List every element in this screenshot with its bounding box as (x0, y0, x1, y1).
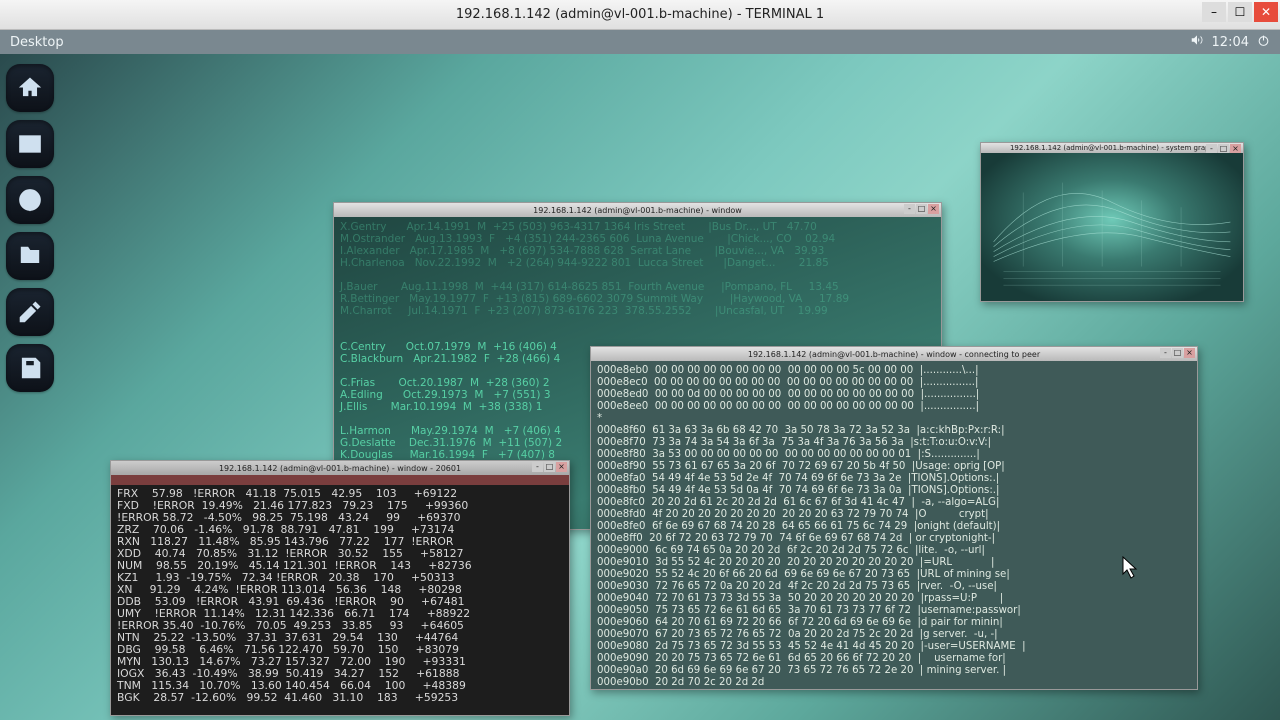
hexdump-row: 000e8f80 3a 53 00 00 00 00 00 00 00 00 0… (597, 449, 1191, 461)
hexdump-row: 000e9020 55 52 4c 20 6f 66 20 6d 69 6e 6… (597, 569, 1191, 581)
editor-icon[interactable] (6, 288, 54, 336)
hexdump-close-button[interactable]: × (1184, 348, 1195, 358)
personnel-row (340, 329, 935, 341)
hexdump-window-title: 192.168.1.142 (admin@vl-001.b-machine) -… (748, 350, 1040, 359)
personnel-row (340, 317, 935, 329)
hexdump-row: 000e9040 72 70 61 73 73 3d 55 3a 50 20 2… (597, 593, 1191, 605)
minimize-button[interactable]: – (1202, 2, 1226, 22)
personnel-close-button[interactable]: × (928, 204, 939, 214)
hexdump-row: 000e8f60 61 3a 63 3a 6b 68 42 70 3a 50 7… (597, 425, 1191, 437)
hexdump-row: 000e8fb0 54 49 4f 4e 53 5d 0a 4f 70 74 6… (597, 485, 1191, 497)
visualizer-window[interactable]: 192.168.1.142 (admin@vl-001.b-machine) -… (980, 142, 1244, 302)
mail-icon[interactable] (6, 120, 54, 168)
personnel-row: M.Charrot Jul.14.1971 F +23 (207) 873-61… (340, 305, 935, 317)
maximize-button[interactable]: ☐ (1228, 2, 1252, 22)
ticker-close-button[interactable]: × (556, 462, 567, 472)
visualizer-body (981, 153, 1243, 301)
volume-icon[interactable] (1190, 33, 1204, 51)
hexdump-row: 000e9010 3d 55 52 4c 20 20 20 20 20 20 2… (597, 557, 1191, 569)
hexdump-row: 000e8ed0 00 00 0d 00 00 00 00 00 00 00 0… (597, 389, 1191, 401)
close-button[interactable]: ✕ (1254, 2, 1278, 22)
menubar-label[interactable]: Desktop (10, 35, 64, 50)
hexdump-window-body: 000e8eb0 00 00 00 00 00 00 00 00 00 00 0… (591, 361, 1197, 689)
visualizer-window-titlebar[interactable]: 192.168.1.142 (admin@vl-001.b-machine) -… (981, 143, 1243, 153)
hexdump-row: 000e9030 72 76 65 72 0a 20 20 2d 4f 2c 2… (597, 581, 1191, 593)
personnel-row: X.Gentry Apr.14.1991 M +25 (503) 963-431… (340, 221, 935, 233)
files-icon[interactable] (6, 232, 54, 280)
hexdump-row: 000e8eb0 00 00 00 00 00 00 00 00 00 00 0… (597, 365, 1191, 377)
power-icon[interactable] (1257, 34, 1270, 51)
ticker-window-titlebar[interactable]: 192.168.1.142 (admin@vl-001.b-machine) -… (111, 461, 569, 475)
personnel-window-titlebar[interactable]: 192.168.1.142 (admin@vl-001.b-machine) -… (334, 203, 941, 217)
hexdump-row: * (597, 413, 1191, 425)
browser-icon[interactable] (6, 176, 54, 224)
desktop-workarea[interactable]: 192.168.1.142 (admin@vl-001.b-machine) -… (0, 54, 1280, 720)
personnel-row (340, 269, 935, 281)
hexdump-row: 000e9070 67 20 73 65 72 76 65 72 0a 20 2… (597, 629, 1191, 641)
save-icon[interactable] (6, 344, 54, 392)
ticker-header-bar (111, 475, 569, 485)
hexdump-row: 000e8ec0 00 00 00 00 00 00 00 00 00 00 0… (597, 377, 1191, 389)
personnel-row: J.Bauer Aug.11.1998 M +44 (317) 614-8625… (340, 281, 935, 293)
personnel-row: R.Bettinger May.19.1977 F +13 (815) 689-… (340, 293, 935, 305)
ticker-row: BGK 28.57 -12.60% 99.52 41.460 31.10 183… (117, 692, 563, 704)
wireframe-graphic (981, 153, 1243, 301)
home-icon[interactable] (6, 64, 54, 112)
hexdump-window-titlebar[interactable]: 192.168.1.142 (admin@vl-001.b-machine) -… (591, 347, 1197, 361)
dock (6, 64, 54, 392)
personnel-row: M.Ostrander Aug.13.1993 F +4 (351) 244-2… (340, 233, 935, 245)
window-title: 192.168.1.142 (admin@vl-001.b-machine) -… (456, 7, 824, 22)
hexdump-row: 000e90b0 20 2d 70 2c 20 2d 2d (597, 677, 1191, 689)
personnel-min-button[interactable]: - (904, 204, 915, 214)
visualizer-window-title: 192.168.1.142 (admin@vl-001.b-machine) -… (1010, 144, 1214, 152)
hexdump-row: 000e9000 6c 69 74 65 0a 20 20 2d 6f 2c 2… (597, 545, 1191, 557)
personnel-row: I.Alexander Apr.17.1985 M +8 (697) 534-7… (340, 245, 935, 257)
personnel-row: H.Charlenoa Nov.22.1992 M +2 (264) 944-9… (340, 257, 935, 269)
hexdump-row: 000e8ff0 20 6f 72 20 63 72 79 70 74 6f 6… (597, 533, 1191, 545)
personnel-window-title: 192.168.1.142 (admin@vl-001.b-machine) -… (533, 206, 742, 215)
hexdump-row: 000e8fe0 6f 6e 69 67 68 74 20 28 64 65 6… (597, 521, 1191, 533)
hexdump-row: 000e8fa0 54 49 4f 4e 53 5d 2e 4f 70 74 6… (597, 473, 1191, 485)
window-titlebar: 192.168.1.142 (admin@vl-001.b-machine) -… (0, 0, 1280, 30)
ticker-min-button[interactable]: - (532, 462, 543, 472)
hexdump-row: 000e9090 20 20 75 73 65 72 6e 61 6d 65 2… (597, 653, 1191, 665)
hexdump-row: 000e8f90 55 73 61 67 65 3a 20 6f 70 72 6… (597, 461, 1191, 473)
hexdump-row: 000e8fc0 20 20 2d 61 2c 20 2d 2d 61 6c 6… (597, 497, 1191, 509)
hexdump-window[interactable]: 192.168.1.142 (admin@vl-001.b-machine) -… (590, 346, 1198, 690)
hexdump-row: 000e90a0 20 6d 69 6e 69 6e 67 20 73 65 7… (597, 665, 1191, 677)
hexdump-max-button[interactable]: □ (1172, 348, 1183, 358)
ticker-window-title: 192.168.1.142 (admin@vl-001.b-machine) -… (219, 464, 461, 473)
hexdump-row: 000e8ee0 00 00 00 00 00 00 00 00 00 00 0… (597, 401, 1191, 413)
hexdump-row: 000e9080 2d 75 73 65 72 3d 55 53 45 52 4… (597, 641, 1191, 653)
desktop-menubar: Desktop 12:04 (0, 30, 1280, 54)
ticker-window-body: FRX 57.98 !ERROR 41.18 75.015 42.95 103 … (111, 475, 569, 715)
ticker-max-button[interactable]: □ (544, 462, 555, 472)
clock-label: 12:04 (1212, 35, 1249, 50)
personnel-max-button[interactable]: □ (916, 204, 927, 214)
hexdump-min-button[interactable]: - (1160, 348, 1171, 358)
hexdump-row: 000e9060 64 20 70 61 69 72 20 66 6f 72 2… (597, 617, 1191, 629)
ticker-window[interactable]: 192.168.1.142 (admin@vl-001.b-machine) -… (110, 460, 570, 716)
hexdump-row: 000e9050 75 73 65 72 6e 61 6d 65 3a 70 6… (597, 605, 1191, 617)
hexdump-row: 000e8fd0 4f 20 20 20 20 20 20 20 20 20 2… (597, 509, 1191, 521)
hexdump-row: 000e8f70 73 3a 74 3a 54 3a 6f 3a 75 3a 4… (597, 437, 1191, 449)
